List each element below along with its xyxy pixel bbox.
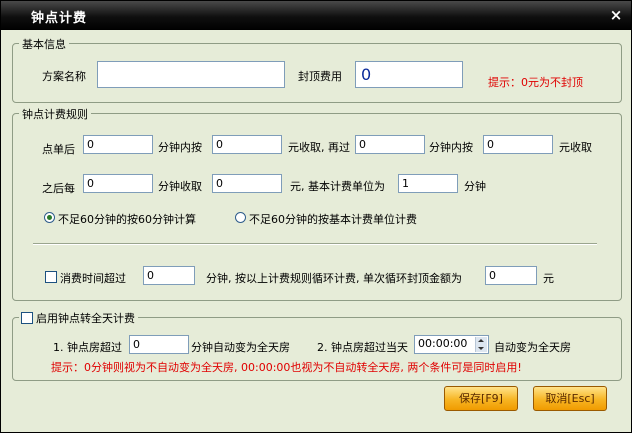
- cancel-button[interactable]: 取消[Esc]: [533, 386, 607, 411]
- base-unit-radio[interactable]: [235, 212, 246, 223]
- base-unit-input[interactable]: [398, 174, 458, 193]
- charge-then-label: 元收取, 再过: [288, 141, 350, 154]
- save-button[interactable]: 保存[F9]: [444, 386, 518, 411]
- every-charge-input[interactable]: [212, 174, 282, 193]
- fullday-group: 启用钟点转全天计费 1. 钟点房超过 分钟自动变为全天房 2. 钟点房超过当天 …: [12, 310, 622, 381]
- charge-label: 元收取: [559, 141, 592, 154]
- minutes-within2-label: 分钟内按: [429, 141, 473, 154]
- plan-name-input[interactable]: [97, 61, 285, 88]
- fullday-item1-label: 1. 钟点房超过: [53, 341, 122, 354]
- basic-info-legend: 基本信息: [19, 36, 69, 52]
- minutes-within-label: 分钟内按: [158, 141, 202, 154]
- minute-unit-label: 分钟: [464, 180, 486, 193]
- then-every-label: 之后每: [42, 182, 75, 195]
- window-title: 钟点计费: [31, 11, 88, 26]
- title-bar[interactable]: 钟点计费 ×: [1, 1, 631, 30]
- base-unit-radio-label[interactable]: 不足60分钟的按基本计费单位计费: [249, 211, 417, 227]
- cap-fee-label: 封顶费用: [298, 70, 342, 83]
- second-minutes-input[interactable]: [355, 135, 425, 154]
- after-order-minutes-input[interactable]: [83, 135, 153, 154]
- fullday-item1-suffix: 分钟自动变为全天房: [191, 341, 290, 354]
- second-charge-input[interactable]: [483, 135, 553, 154]
- fullday-item2-label: 2. 钟点房超过当天: [317, 341, 408, 354]
- billing-rules-group: 钟点计费规则 点单后 分钟内按 元收取, 再过 分钟内按 元收取 之后每 分钟收…: [12, 106, 622, 301]
- fullday-legend-text[interactable]: 启用钟点转全天计费: [36, 312, 135, 325]
- round-60-label[interactable]: 不足60分钟的按60分钟计算: [58, 211, 196, 227]
- basic-info-group: 基本信息 方案名称 封顶费用 提示：0元为不封顶: [12, 36, 622, 103]
- cap-fee-hint: 提示：0元为不封顶: [488, 76, 583, 89]
- loop-cap-input[interactable]: [485, 266, 537, 285]
- loop-start-label: 消费时间超过: [60, 272, 126, 285]
- time-spinner-icon[interactable]: [475, 337, 487, 352]
- fullday-minutes-input[interactable]: [129, 335, 189, 354]
- fullday-time-picker[interactable]: 00:00:00: [414, 335, 489, 354]
- dialog-body: 基本信息 方案名称 封顶费用 提示：0元为不封顶 钟点计费规则 点单后 分钟内按…: [1, 30, 631, 432]
- fullday-item2-suffix: 自动变为全天房: [494, 341, 571, 354]
- close-icon[interactable]: ×: [607, 6, 625, 24]
- loop-mid-label: 分钟, 按以上计费规则循环计费, 单次循环封顶金额为: [206, 272, 462, 285]
- cap-fee-input[interactable]: [355, 61, 463, 88]
- rules-separator: [33, 243, 597, 245]
- fullday-time-value[interactable]: 00:00:00: [418, 337, 467, 350]
- minutes-charge-label: 分钟收取: [158, 180, 202, 193]
- fullday-legend[interactable]: 启用钟点转全天计费: [19, 310, 138, 326]
- plan-name-label: 方案名称: [42, 70, 86, 83]
- first-charge-input[interactable]: [212, 135, 282, 154]
- round-60-radio[interactable]: [44, 212, 55, 223]
- fullday-hint: 提示：0分钟则视为不自动变为全天房, 00:00:00也视为不自动转全天房, 两…: [51, 361, 522, 374]
- loop-billing-checkbox[interactable]: [45, 271, 57, 283]
- dialog-window: 钟点计费 × 基本信息 方案名称 封顶费用 提示：0元为不封顶 钟点计费规则 点…: [0, 0, 632, 433]
- base-unit-label: 元, 基本计费单位为: [290, 180, 385, 193]
- fullday-checkbox[interactable]: [21, 312, 33, 324]
- every-minutes-input[interactable]: [83, 174, 153, 193]
- loop-end-label: 元: [543, 272, 554, 285]
- after-order-label: 点单后: [42, 143, 75, 156]
- loop-minutes-input[interactable]: [143, 266, 195, 285]
- billing-rules-legend: 钟点计费规则: [19, 106, 91, 122]
